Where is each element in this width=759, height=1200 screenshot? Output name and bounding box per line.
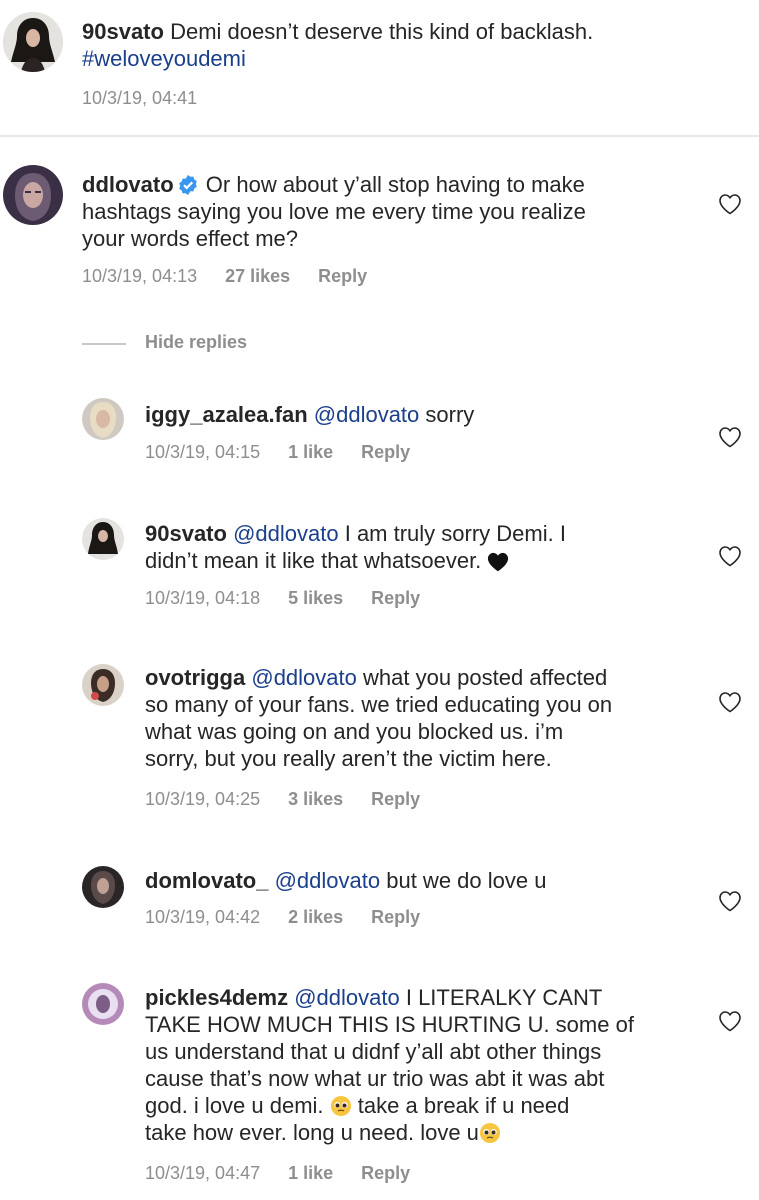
reply-body: take how ever. long u need. love u	[145, 1120, 479, 1145]
reply-body: god. i love u demi.	[145, 1093, 324, 1118]
reply-meta: 10/3/19, 04:42 2 likes Reply	[145, 907, 420, 928]
mention-link[interactable]: @ddlovato	[294, 985, 400, 1010]
timestamp: 10/3/19, 04:47	[145, 1163, 261, 1183]
avatar-ovotrigga[interactable]	[82, 664, 124, 706]
comment-body: hashtags saying you love me every time y…	[82, 199, 586, 224]
likes-count[interactable]: 1 like	[288, 1163, 333, 1183]
reply-body: TAKE HOW MUCH THIS IS HURTING U. some of	[145, 1012, 634, 1037]
reply-text: domlovato_ @ddlovato but we do love u	[145, 867, 705, 894]
heart-outline-icon[interactable]	[718, 691, 742, 713]
reply-username[interactable]: domlovato_	[145, 868, 268, 893]
comment-username[interactable]: ddlovato	[82, 172, 174, 197]
section-divider	[0, 135, 759, 137]
timestamp: 10/3/19, 04:42	[145, 907, 261, 927]
reply-text: 90svato @ddlovato I am truly sorry Demi.…	[145, 520, 705, 574]
timestamp: 10/3/19, 04:18	[145, 588, 261, 608]
reply-username[interactable]: pickles4demz	[145, 985, 288, 1010]
likes-count[interactable]: 3 likes	[288, 789, 343, 809]
reply-button[interactable]: Reply	[371, 789, 420, 809]
reply-body: but we do love u	[386, 868, 547, 893]
reply-username[interactable]: iggy_azalea.fan	[145, 402, 308, 427]
reply-meta: 10/3/19, 04:18 5 likes Reply	[145, 588, 420, 609]
reply-body: sorry	[425, 402, 475, 427]
reply-button[interactable]: Reply	[318, 266, 367, 286]
top-comment-text: 90svato Demi doesn’t deserve this kind o…	[82, 18, 702, 72]
main-comment-text: ddlovato Or how about y’all stop having …	[82, 171, 702, 252]
reply-body: I am truly sorry Demi. I	[344, 521, 566, 546]
reply-body: so many of your fans. we tried educating…	[145, 692, 613, 717]
reply-body: what was going on and you blocked us. i’…	[145, 719, 564, 744]
reply-button[interactable]: Reply	[371, 588, 420, 608]
avatar-domlovato[interactable]	[82, 866, 124, 908]
comment-username[interactable]: 90svato	[82, 19, 164, 44]
reply-body: us understand that u didnf y’all abt oth…	[145, 1039, 602, 1064]
likes-count[interactable]: 1 like	[288, 442, 333, 462]
reply-button[interactable]: Reply	[361, 442, 410, 462]
timestamp: 10/3/19, 04:41	[82, 88, 198, 108]
mention-link[interactable]: @ddlovato	[233, 521, 339, 546]
reply-meta: 10/3/19, 04:47 1 like Reply	[145, 1163, 410, 1184]
comment-body: Demi doesn’t deserve this kind of backla…	[170, 19, 594, 44]
reply-text: iggy_azalea.fan @ddlovato sorry	[145, 401, 705, 428]
hide-replies-line	[82, 343, 126, 345]
mention-link[interactable]: @ddlovato	[251, 665, 357, 690]
hashtag-link[interactable]: #weloveyoudemi	[82, 46, 246, 71]
avatar-pickles4demz[interactable]	[82, 983, 124, 1025]
heart-outline-icon[interactable]	[718, 1010, 742, 1032]
reply-body: didn’t mean it like that whatsoever.	[145, 548, 482, 573]
comment-body: Or how about y’all stop having to make	[205, 172, 585, 197]
heart-outline-icon[interactable]	[718, 193, 742, 215]
reply-username[interactable]: ovotrigga	[145, 665, 245, 690]
reply-text: ovotrigga @ddlovato what you posted affe…	[145, 664, 715, 772]
reply-meta: 10/3/19, 04:25 3 likes Reply	[145, 789, 420, 810]
reply-body: cause that’s now what ur trio was abt it…	[145, 1066, 605, 1091]
comment-body: your words effect me?	[82, 226, 299, 251]
mention-link[interactable]: @ddlovato	[314, 402, 420, 427]
likes-count[interactable]: 27 likes	[225, 266, 290, 286]
heart-outline-icon[interactable]	[718, 426, 742, 448]
main-comment-meta: 10/3/19, 04:13 27 likes Reply	[82, 266, 367, 287]
timestamp: 10/3/19, 04:15	[145, 442, 261, 462]
black-heart-icon	[487, 551, 509, 573]
likes-count[interactable]: 5 likes	[288, 588, 343, 608]
reply-body: I LITERALKY CANT	[405, 985, 603, 1010]
timestamp: 10/3/19, 04:25	[145, 789, 261, 809]
reply-body: what you posted affected	[363, 665, 608, 690]
pleading-face-icon	[330, 1095, 352, 1117]
heart-outline-icon[interactable]	[718, 545, 742, 567]
timestamp: 10/3/19, 04:13	[82, 266, 198, 286]
hide-replies-button[interactable]: Hide replies	[145, 332, 247, 353]
top-comment-meta: 10/3/19, 04:41	[82, 88, 197, 109]
avatar-90svato[interactable]	[82, 518, 124, 560]
avatar-90svato[interactable]	[3, 12, 63, 72]
reply-body: take a break if u need	[357, 1093, 570, 1118]
likes-count[interactable]: 2 likes	[288, 907, 343, 927]
reply-username[interactable]: 90svato	[145, 521, 227, 546]
mention-link[interactable]: @ddlovato	[275, 868, 381, 893]
reply-text: pickles4demz @ddlovato I LITERALKY CANT …	[145, 984, 715, 1146]
reply-button[interactable]: Reply	[371, 907, 420, 927]
reply-meta: 10/3/19, 04:15 1 like Reply	[145, 442, 410, 463]
verified-badge-icon	[178, 174, 198, 195]
heart-outline-icon[interactable]	[718, 890, 742, 912]
avatar-iggy-azalea-fan[interactable]	[82, 398, 124, 440]
avatar-ddlovato[interactable]	[3, 165, 63, 225]
reply-button[interactable]: Reply	[361, 1163, 410, 1183]
pleading-face-icon	[479, 1122, 501, 1144]
reply-body: sorry, but you really aren’t the victim …	[145, 746, 552, 771]
